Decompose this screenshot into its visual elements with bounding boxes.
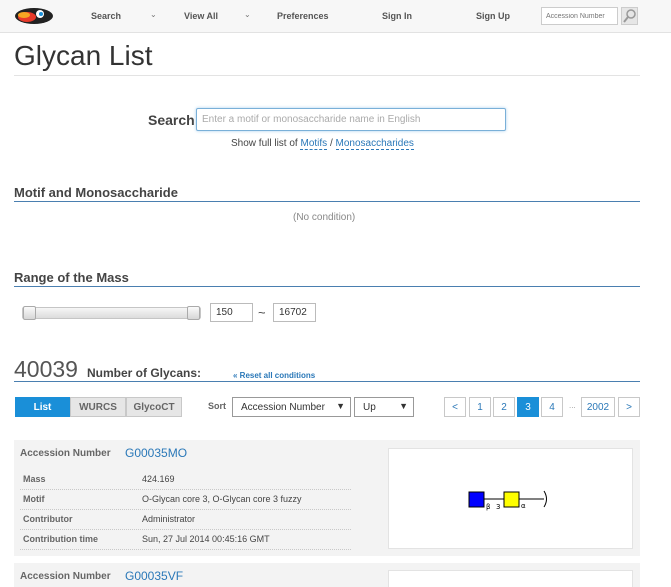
- chevron-down-icon[interactable]: ⌄: [244, 10, 251, 19]
- sort-label: Sort: [208, 401, 226, 411]
- sort-field-select[interactable]: Accession Number ▼: [232, 397, 351, 417]
- divider: [14, 75, 640, 76]
- nav-preferences[interactable]: Preferences: [277, 11, 329, 21]
- mass-range-slider[interactable]: [22, 307, 201, 319]
- tab-list[interactable]: List: [15, 397, 70, 417]
- divider: [14, 286, 640, 287]
- search-input[interactable]: [196, 108, 506, 131]
- tab-glycoct[interactable]: GlycoCT: [126, 397, 182, 417]
- glycan-card: Accession Number G00035VF: [14, 563, 640, 587]
- page-title: Glycan List: [14, 40, 153, 71]
- range-tilde: ~: [258, 305, 266, 320]
- accession-label: Accession Number: [20, 571, 111, 582]
- accession-search-input[interactable]: [541, 7, 618, 25]
- glycan-card: Accession Number G00035MO Mass 424.169 M…: [14, 440, 640, 556]
- glycan-image[interactable]: [388, 570, 633, 587]
- glycan-count: 40039: [14, 356, 78, 382]
- full-list-links: Show full list of Motifs / Monosaccharid…: [231, 138, 414, 150]
- linkage-anomer-label: β: [486, 503, 490, 511]
- contribution-time-value: Sun, 27 Jul 2014 00:45:16 GMT: [142, 534, 270, 544]
- toucan-logo-icon[interactable]: [14, 6, 54, 26]
- divider: [14, 381, 640, 382]
- pagination-prev[interactable]: <: [444, 397, 466, 417]
- detail-row: Contributor Administrator: [20, 510, 351, 530]
- mass-section-title: Range of the Mass: [14, 270, 129, 285]
- sort-order-value: Up: [363, 402, 376, 413]
- pagination-page-2[interactable]: 2: [493, 397, 515, 417]
- sort-field-value: Accession Number: [241, 402, 325, 413]
- pagination-page-3[interactable]: 3: [517, 397, 539, 417]
- mass-value: 424.169: [142, 474, 175, 484]
- pagination-page-1[interactable]: 1: [469, 397, 491, 417]
- sort-order-select[interactable]: Up ▼: [354, 397, 414, 417]
- chevron-down-icon[interactable]: ⌄: [150, 10, 157, 19]
- accession-link[interactable]: G00035VF: [125, 569, 183, 583]
- full-list-prefix: Show full list of: [231, 138, 298, 149]
- mass-max-input[interactable]: [273, 303, 316, 322]
- caret-down-icon: ▼: [336, 401, 345, 411]
- nav-view-all[interactable]: View All: [184, 11, 218, 21]
- no-condition-text: (No condition): [293, 212, 356, 223]
- accession-link[interactable]: G00035MO: [125, 446, 187, 460]
- search-icon: [623, 9, 636, 23]
- pagination-last[interactable]: 2002: [581, 397, 615, 417]
- pagination-ellipsis: ...: [569, 401, 576, 410]
- nav-search[interactable]: Search: [91, 11, 121, 21]
- accession-label: Accession Number: [20, 448, 111, 459]
- pagination-next[interactable]: >: [618, 397, 640, 417]
- divider: [14, 201, 640, 202]
- search-label: Search: [148, 112, 195, 128]
- monosaccharides-link[interactable]: Monosaccharides: [335, 138, 414, 150]
- contribution-time-label: Contribution time: [23, 534, 98, 544]
- glycan-image[interactable]: β 3 α: [388, 448, 633, 549]
- top-navbar: Search ⌄ View All ⌄ Preferences Sign In …: [0, 0, 671, 33]
- tab-wurcs[interactable]: WURCS: [70, 397, 126, 417]
- mass-min-input[interactable]: [210, 303, 253, 322]
- view-tabs: List WURCS GlycoCT: [15, 397, 182, 417]
- mass-label: Mass: [23, 474, 46, 484]
- accession-search-button[interactable]: [621, 7, 638, 25]
- glycan-count-label: Number of Glycans:: [87, 366, 202, 380]
- contributor-label: Contributor: [23, 514, 73, 524]
- nav-sign-in[interactable]: Sign In: [382, 11, 412, 21]
- slider-max-handle[interactable]: [187, 306, 200, 320]
- motif-label: Motif: [23, 494, 45, 504]
- pagination-page-4[interactable]: 4: [541, 397, 563, 417]
- detail-row: Contribution time Sun, 27 Jul 2014 00:45…: [20, 530, 351, 550]
- contributor-value: Administrator: [142, 514, 196, 524]
- caret-down-icon: ▼: [399, 401, 408, 411]
- linkage-position-label: 3: [496, 503, 500, 511]
- glycan-structure-diagram: β 3 α: [468, 490, 547, 511]
- motif-section-title: Motif and Monosaccharide: [14, 185, 178, 200]
- nav-sign-up[interactable]: Sign Up: [476, 11, 510, 21]
- motifs-link[interactable]: Motifs: [300, 138, 328, 150]
- motif-value: O-Glycan core 3, O-Glycan core 3 fuzzy: [142, 494, 302, 504]
- detail-row: Motif O-Glycan core 3, O-Glycan core 3 f…: [20, 490, 351, 510]
- slider-min-handle[interactable]: [23, 306, 36, 320]
- reset-conditions-link[interactable]: « Reset all conditions: [233, 371, 315, 380]
- detail-row: Mass 424.169: [20, 470, 351, 490]
- reducing-end-anomer-label: α: [521, 502, 526, 510]
- link-separator: /: [329, 138, 333, 149]
